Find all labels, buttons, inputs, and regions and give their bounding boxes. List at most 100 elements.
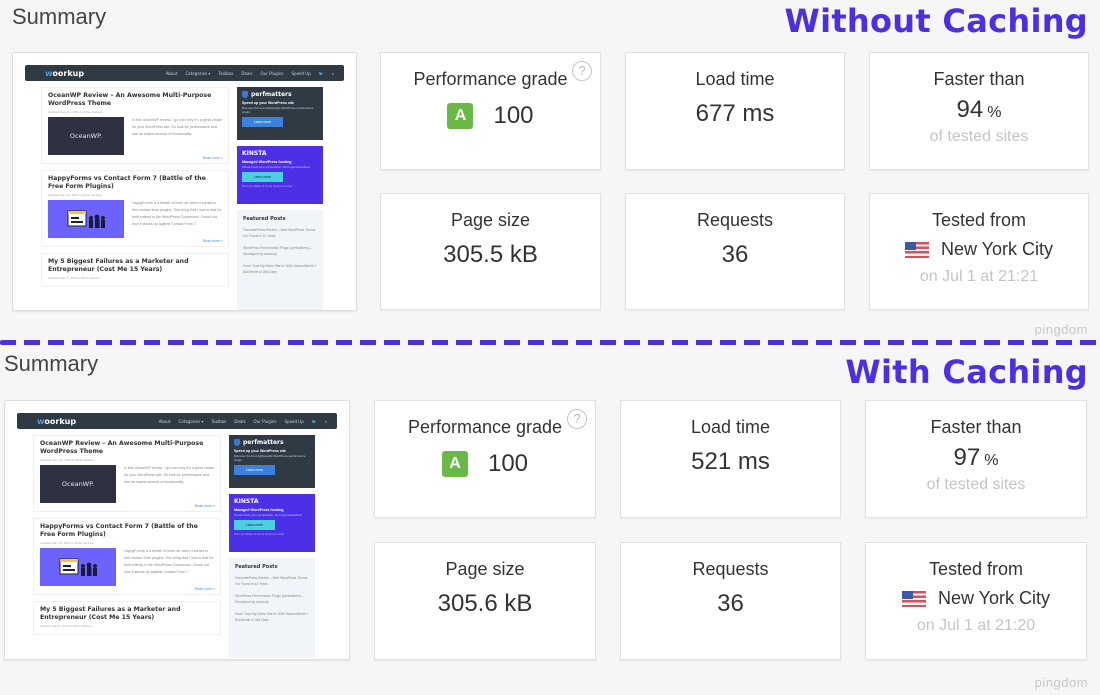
card-label: Page size: [445, 559, 525, 579]
section-without-caching: Summary Without Caching woorkup About Ca…: [0, 0, 1100, 340]
site-nav: woorkup About Categories ▾ Toolbox Deals…: [25, 65, 344, 81]
tested-from-card: Tested from New York City on Jul 1 at 21…: [865, 542, 1087, 660]
site-nav: woorkup About Categories ▾ Toolbox Deals…: [17, 413, 337, 429]
post-list: OceanWP Review – An Awesome Multi-Purpos…: [41, 87, 229, 310]
help-icon[interactable]: ?: [567, 409, 587, 429]
percent-unit: %: [987, 104, 1002, 121]
pingdom-watermark: pingdom: [1034, 322, 1088, 337]
ad-perfmatters: perfmatters Speed up your WordPress site…: [229, 435, 315, 488]
post-thumbnail: OceanWP.: [48, 117, 124, 155]
load-time-value: 677 ms: [695, 100, 775, 127]
ad-learn-more-button: Learn more: [242, 117, 283, 127]
ad-kinsta: KINSTA Managed WordPress hosting Kinsta …: [237, 146, 323, 204]
site-logo: woorkup: [37, 416, 77, 426]
page-size-value: 305.6 kB: [437, 590, 533, 617]
section-with-caching: Summary With Caching woorkup About Categ…: [0, 345, 1100, 695]
site-preview: woorkup About Categories ▾ Toolbox Deals…: [17, 413, 337, 659]
performance-grade-card: ? Performance grade A 100: [380, 52, 601, 170]
requests-value: 36: [721, 241, 749, 268]
requests-card: Requests 36: [625, 193, 845, 310]
ad-learn-more-button: Learn more: [242, 172, 283, 182]
card-label: Performance grade: [413, 69, 568, 89]
search-icon: ⌕: [324, 418, 327, 424]
post-title: My 5 Biggest Failures as a Marketer and …: [48, 258, 189, 273]
card-label: Tested from: [928, 559, 1024, 579]
us-flag-icon: [901, 590, 926, 607]
site-sidebar: perfmatters Speed up your WordPress site…: [237, 87, 323, 310]
site-body: OceanWP Review – An Awesome Multi-Purpos…: [41, 87, 326, 310]
card-label: Page size: [450, 210, 531, 230]
ad-learn-more-button: Learn more: [234, 520, 275, 530]
page-size-value: 305.5 kB: [443, 241, 538, 268]
menu-item: Toolbox: [218, 70, 234, 76]
load-time-card: Load time 521 ms: [620, 400, 841, 518]
post-excerpt: In this OceanWP review, I go over why it…: [132, 118, 223, 136]
performance-grade-card: ? Performance grade A 100: [374, 400, 596, 518]
post-meta: Updated June 21, 2019 by Brian Jackson: [48, 110, 103, 114]
site-preview: woorkup About Categories ▾ Toolbox Deals…: [25, 65, 344, 310]
site-sidebar: perfmatters Speed up your WordPress site…: [229, 435, 315, 659]
post-thumbnail: OceanWP.: [40, 465, 116, 503]
post-meta: Updated May 6, 2019 by Brian Jackson: [40, 624, 93, 628]
read-more-link: Read more »: [194, 504, 215, 508]
post-meta: Updated May 16, 2019 by Brian Jackson: [48, 193, 103, 197]
grade-score: 100: [487, 450, 529, 477]
twitter-icon: 🐦: [311, 418, 317, 424]
menu-item: Toolbox: [211, 418, 227, 424]
post-meta: Updated May 6, 2019 by Brian Jackson: [48, 276, 101, 280]
us-flag-icon: [904, 241, 929, 258]
menu-item: Categories ▾: [185, 70, 211, 76]
menu-item: Our Plugins: [253, 418, 277, 424]
site-menu: About Categories ▾ Toolbox Deals Our Plu…: [159, 419, 327, 424]
location-name: New York City: [940, 239, 1054, 259]
site-menu: About Categories ▾ Toolbox Deals Our Plu…: [166, 71, 334, 76]
card-sub: of tested sites: [929, 128, 1029, 145]
twitter-icon: 🐦: [318, 70, 324, 76]
menu-item: About: [165, 70, 178, 76]
site-body: OceanWP Review – An Awesome Multi-Purpos…: [33, 435, 319, 659]
site-screenshot: woorkup About Categories ▾ Toolbox Deals…: [12, 52, 357, 311]
menu-item: Our Plugins: [260, 70, 284, 76]
featured-item: GeneratePress Review – Best WordPress Th…: [243, 228, 316, 238]
card-label: Requests: [692, 559, 769, 579]
ad-learn-more-button: Learn more: [234, 465, 275, 475]
card-label: Requests: [696, 210, 774, 230]
faster-than-card: Faster than 97% of tested sites: [865, 400, 1087, 518]
card-label: Faster than: [930, 417, 1022, 437]
card-sub: of tested sites: [926, 476, 1026, 493]
grade-badge: A: [447, 103, 474, 129]
post-card: HappyForms vs Contact Form 7 (Battle of …: [33, 518, 221, 595]
shield-icon: [234, 439, 240, 446]
test-date: on Jul 1 at 21:20: [916, 617, 1036, 634]
featured-item: How I Took My Niche Site to 100k Visitor…: [235, 612, 309, 622]
requests-card: Requests 36: [620, 542, 841, 660]
summary-title: Summary: [4, 351, 99, 376]
location-name: New York City: [937, 588, 1051, 608]
grade-score: 100: [493, 102, 534, 129]
form-illustration-icon: [67, 210, 105, 228]
post-list: OceanWP Review – An Awesome Multi-Purpos…: [33, 435, 221, 659]
post-excerpt: HappyForms is a breath of fresh air when…: [124, 549, 214, 574]
help-icon[interactable]: ?: [572, 61, 592, 81]
read-more-link: Read more »: [202, 156, 223, 160]
summary-title: Summary: [12, 4, 107, 29]
site-screenshot: woorkup About Categories ▾ Toolbox Deals…: [4, 400, 350, 660]
load-time-value: 521 ms: [691, 448, 770, 475]
load-time-card: Load time 677 ms: [625, 52, 845, 170]
shield-icon: [242, 91, 248, 98]
post-card: HappyForms vs Contact Form 7 (Battle of …: [41, 170, 229, 247]
percent-unit: %: [984, 452, 999, 469]
featured-posts: Featured Posts GeneratePress Review – Be…: [229, 558, 315, 658]
post-card: OceanWP Review – An Awesome Multi-Purpos…: [41, 87, 229, 164]
page-size-card: Page size 305.6 kB: [374, 542, 596, 660]
post-title: My 5 Biggest Failures as a Marketer and …: [40, 606, 181, 621]
post-title: HappyForms vs Contact Form 7 (Battle of …: [40, 523, 198, 538]
menu-item: Categories ▾: [178, 418, 204, 424]
featured-item: How I Took My Niche Site to 100k Visitor…: [243, 264, 317, 274]
faster-than-card: Faster than 94% of tested sites: [869, 52, 1089, 170]
post-excerpt: In this OceanWP review, I go over why it…: [124, 466, 215, 484]
post-card: My 5 Biggest Failures as a Marketer and …: [41, 253, 229, 287]
faster-than-value: 94: [956, 96, 984, 123]
post-title: OceanWP Review – An Awesome Multi-Purpos…: [40, 440, 204, 455]
card-label: Load time: [690, 417, 771, 437]
